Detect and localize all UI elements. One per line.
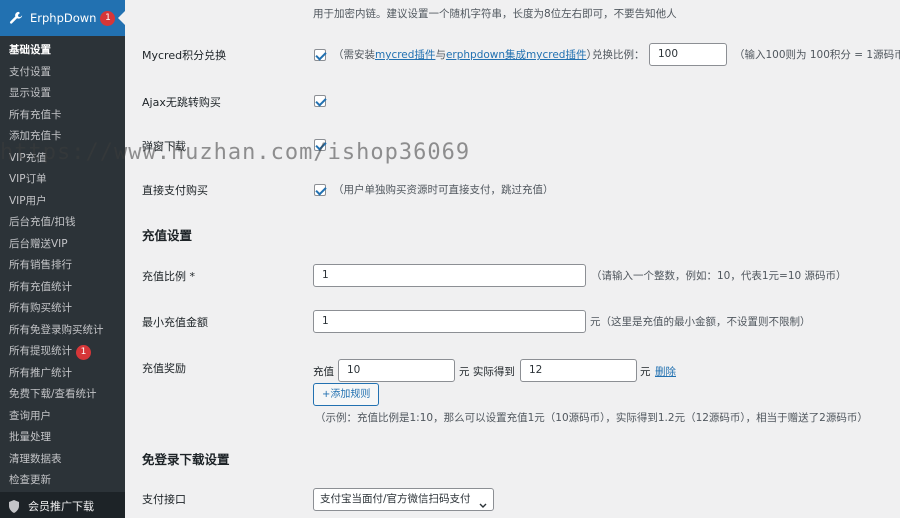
direct-pay-label: 直接支付购买 xyxy=(142,184,208,197)
sidebar-item[interactable]: VIP用户 xyxy=(0,191,125,213)
bonus-actual-input[interactable]: 12 xyxy=(520,359,637,382)
sidebar-item-member-promo[interactable]: 会员推广下载 xyxy=(0,494,125,518)
sidebar-item-label: 检查更新 xyxy=(9,474,51,486)
sidebar-item-label: VIP充值 xyxy=(9,151,47,164)
bonus-recharge-label: 充值 xyxy=(313,366,334,378)
chevron-down-icon xyxy=(479,496,487,517)
min-amount-input[interactable]: 1 xyxy=(313,310,586,333)
mycred-note: （需安装mycred插件与erphpdown集成mycred插件） xyxy=(333,49,597,61)
sidebar-item-label: 所有购买统计 xyxy=(9,302,72,314)
mycred-plugin-link[interactable]: mycred插件 xyxy=(375,49,435,61)
bonus-delete-link[interactable]: 删除 xyxy=(655,364,676,379)
sidebar-item[interactable]: VIP充值 xyxy=(0,148,125,170)
popup-label: 弹窗下载 xyxy=(142,140,186,153)
sidebar-item[interactable]: 所有推广统计 xyxy=(0,363,125,385)
ajax-label: Ajax无跳转购买 xyxy=(142,96,221,109)
sidebar-item-label: 免费下载/查看统计 xyxy=(9,388,97,400)
sidebar-item-label: 显示设置 xyxy=(9,87,51,99)
sidebar-item-label: 所有免登录购买统计 xyxy=(9,323,104,336)
sidebar-item[interactable]: 所有免登录购买统计 xyxy=(0,320,125,342)
bonus-example: （示例：充值比例是1:10，那么可以设置充值1元（10源码币），实际得到1.2元… xyxy=(315,412,868,424)
sidebar-item[interactable]: 所有销售排行 xyxy=(0,255,125,277)
sidebar-item[interactable]: 后台充值/扣钱 xyxy=(0,212,125,234)
direct-pay-hint: （用户单独购买资源时可直接支付，跳过充值） xyxy=(333,184,554,196)
sidebar-item-label: VIP用户 xyxy=(9,194,47,207)
bonus-yuan-label: 元 xyxy=(640,366,651,378)
sidebar-item-label: 清理数据表 xyxy=(9,452,62,465)
mycred-label: Mycred积分兑换 xyxy=(142,49,227,62)
admin-sidebar: ErphpDown 1 基础设置支付设置显示设置所有充值卡添加充值卡 VIP充值 V… xyxy=(0,0,125,518)
popup-checkbox[interactable] xyxy=(314,139,326,151)
sidebar-item-label: 所有充值统计 xyxy=(9,280,72,293)
payment-label: 支付接口 xyxy=(142,493,186,506)
sidebar-item[interactable]: 所有充值卡 xyxy=(0,105,125,127)
sidebar-item-label: 所有充值卡 xyxy=(9,108,62,121)
sidebar-item[interactable]: 所有提现统计 1 xyxy=(0,341,125,363)
sidebar-item[interactable]: 支付设置 xyxy=(0,62,125,84)
add-rule-button[interactable]: +添加规则 xyxy=(313,383,380,406)
min-amount-label: 最小充值金额 xyxy=(142,316,208,329)
bonus-recharge-input[interactable]: 10 xyxy=(338,359,455,382)
sidebar-item[interactable]: 基础设置 xyxy=(0,40,125,62)
sidebar-item-label: 批量处理 xyxy=(9,431,51,443)
bonus-label: 充值奖励 xyxy=(142,362,186,375)
sidebar-item-label: 后台赠送VIP xyxy=(9,237,68,250)
wrench-icon xyxy=(8,10,24,26)
sidebar-item[interactable]: 所有购买统计 xyxy=(0,298,125,320)
sidebar-item-label: 支付设置 xyxy=(9,65,51,78)
ajax-checkbox[interactable] xyxy=(314,95,326,107)
recharge-section-title: 充值设置 xyxy=(142,228,193,243)
sidebar-bottom-label: 会员推广下载 xyxy=(28,500,94,513)
sidebar-item[interactable]: 显示设置 xyxy=(0,83,125,105)
sidebar-item[interactable]: 清理数据表 xyxy=(0,449,125,471)
sidebar-item-label: VIP订单 xyxy=(9,173,47,185)
sidebar-item-label: 添加充值卡 xyxy=(9,130,62,142)
mycred-checkbox[interactable] xyxy=(314,49,326,61)
ratio-hint: （请输入一个整数，例如：10，代表1元=10 源码币） xyxy=(591,270,847,282)
shield-icon xyxy=(8,499,20,513)
ratio-input[interactable]: 1 xyxy=(313,264,586,287)
sidebar-item[interactable]: 添加充值卡 xyxy=(0,126,125,148)
plugin-update-badge: 1 xyxy=(100,10,116,26)
top-note: 用于加密内链。建议设置一个随机字符串，长度为8位左右即可，不要告知他人 xyxy=(313,8,677,20)
sidebar-item-label: 所有销售排行 xyxy=(9,259,72,271)
sidebar-item-label: 所有推广统计 xyxy=(9,366,72,379)
sidebar-item-badge: 1 xyxy=(76,345,91,360)
payment-selected: 支付宝当面付/官方微信扫码支付 xyxy=(320,493,471,505)
plugin-name: ErphpDown xyxy=(30,11,97,25)
sidebar-item[interactable]: 免费下载/查看统计 xyxy=(0,384,125,406)
sidebar-item[interactable]: 所有充值统计 xyxy=(0,277,125,299)
payment-select[interactable]: 支付宝当面付/官方微信扫码支付 xyxy=(313,488,494,511)
plugin-menu-head[interactable]: ErphpDown 1 xyxy=(0,0,125,36)
sidebar-item-label: 所有提现统计 xyxy=(9,345,72,357)
sidebar-item-label: 基础设置 xyxy=(9,44,51,56)
sidebar-item-label: 查询用户 xyxy=(9,409,51,422)
min-amount-hint: 元（这里是充值的最小金额，不设置则不限制） xyxy=(590,316,811,328)
mycred-ratio-hint: （输入100则为 100积分 = 1源码币） xyxy=(734,49,900,61)
current-menu-arrow xyxy=(118,11,125,25)
mycred-ratio-input[interactable]: 100 xyxy=(649,43,727,66)
ratio-label: 充值比例 * xyxy=(142,270,195,283)
free-section-title: 免登录下载设置 xyxy=(142,452,230,467)
sidebar-item[interactable]: 检查更新 xyxy=(0,470,125,492)
erphpdown-mycred-link[interactable]: erphpdown集成mycred插件 xyxy=(446,49,587,61)
sidebar-item[interactable]: 批量处理 xyxy=(0,427,125,449)
mycred-ratio-label: 兑换比例： xyxy=(592,49,645,61)
sidebar-item[interactable]: VIP订单 xyxy=(0,169,125,191)
bonus-actual-label: 元 实际得到 xyxy=(459,366,515,378)
sidebar-item-label: 后台充值/扣钱 xyxy=(9,216,76,228)
sidebar-item[interactable]: 后台赠送VIP xyxy=(0,234,125,256)
sidebar-item[interactable]: 查询用户 xyxy=(0,406,125,428)
plugin-submenu: 基础设置支付设置显示设置所有充值卡添加充值卡 VIP充值 VIP订单 VIP用户后台充… xyxy=(0,36,125,492)
direct-pay-checkbox[interactable] xyxy=(314,184,326,196)
settings-main: 用于加密内链。建议设置一个随机字符串，长度为8位左右即可，不要告知他人 Mycr… xyxy=(125,0,900,518)
